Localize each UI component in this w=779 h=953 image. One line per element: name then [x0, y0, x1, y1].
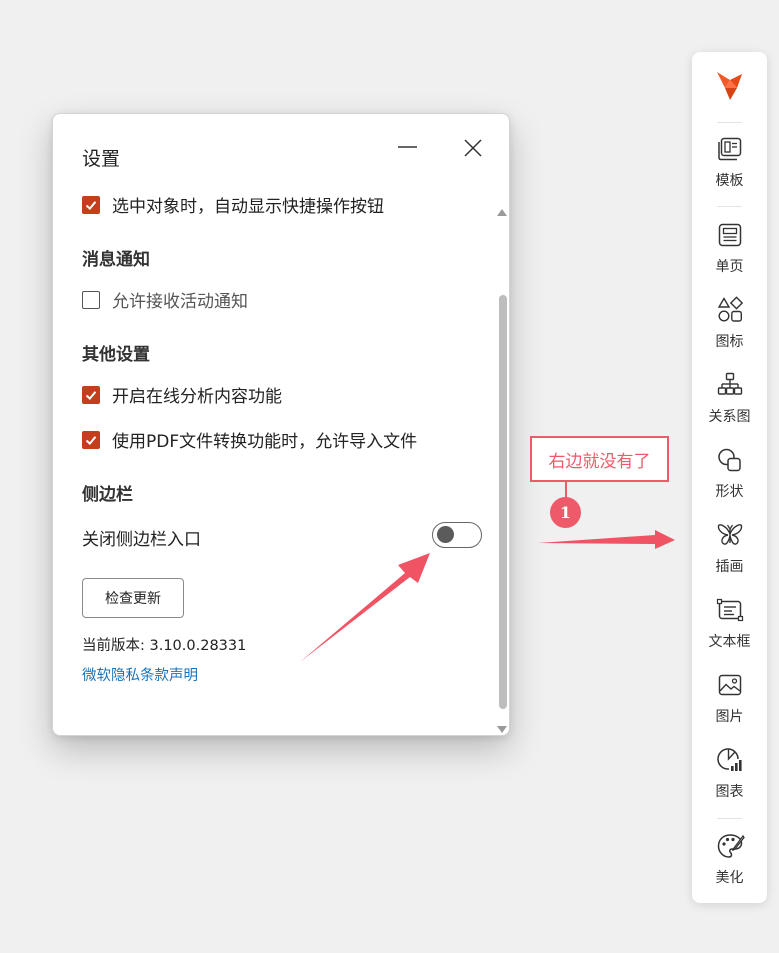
arrow-to-sidebar: [538, 530, 675, 549]
arrow-to-toggle: [300, 553, 430, 662]
annotation-arrows: [300, 530, 675, 662]
